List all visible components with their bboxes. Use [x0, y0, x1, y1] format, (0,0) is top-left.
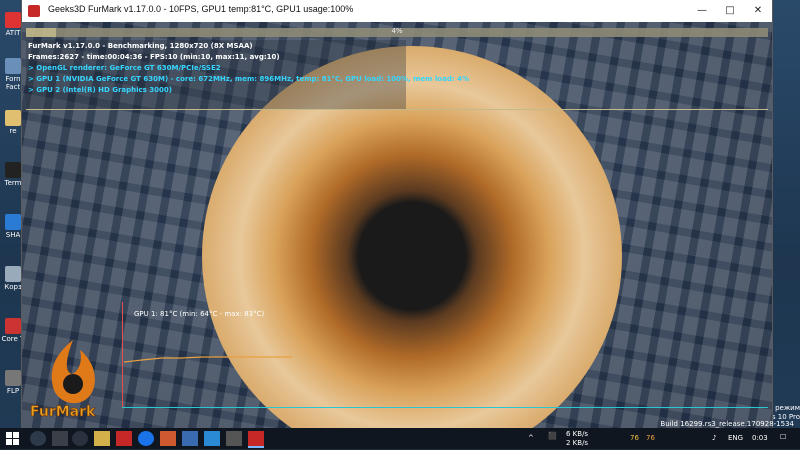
desktop-icon-label: Term — [4, 179, 22, 187]
build-watermark: Build 16299.rs3_release.170928-1534 — [660, 420, 794, 428]
network-icon[interactable]: ⬛ — [548, 432, 557, 440]
desktop-icon-label: FLP — [6, 387, 20, 395]
language-indicator[interactable]: ENG — [728, 434, 743, 442]
temp-readout-1[interactable]: 76 — [630, 434, 639, 442]
folder-icon — [5, 110, 21, 126]
progress-text: 4% — [391, 27, 403, 35]
info-line-gpu2: > GPU 2 (Intel(R) HD Graphics 3000) — [28, 86, 172, 94]
app-icon[interactable] — [160, 431, 176, 446]
furmark-window[interactable]: Geeks3D FurMark v1.17.0.0 - 10FPS, GPU1 … — [22, 0, 772, 428]
desktop-watermark-line: й режим — [768, 404, 800, 412]
app-icon — [5, 214, 21, 230]
chevron-up-icon[interactable]: ^ — [528, 434, 534, 442]
logo-text: FurMark — [30, 404, 96, 420]
clock[interactable]: 0:03 — [752, 434, 768, 442]
net-up: 6 KB/s — [566, 430, 589, 438]
task-view-icon[interactable] — [52, 431, 68, 446]
windows-start-icon[interactable] — [6, 431, 22, 446]
file-explorer-icon[interactable] — [94, 431, 110, 446]
net-down: 2 KB/s — [566, 439, 589, 447]
window-title: Geeks3D FurMark v1.17.0.0 - 10FPS, GPU1 … — [48, 4, 354, 14]
terminal-icon — [5, 162, 21, 178]
recycle-bin-icon — [5, 266, 21, 282]
taskbar: ^ ⬛ 6 KB/s 2 KB/s 76 76 ♪ ENG 0:03 ☐ — [0, 428, 800, 449]
desktop-icon-label: Корз — [4, 283, 22, 291]
desktop-icon-label: Forn Fact — [5, 75, 21, 91]
close-button[interactable]: ✕ — [744, 0, 772, 22]
app-icon — [5, 370, 21, 386]
desktop-icon-label: ATIT — [5, 29, 21, 37]
overlay-divider — [26, 109, 768, 110]
minimize-button[interactable]: — — [688, 0, 716, 22]
notifications-icon[interactable]: ☐ — [780, 433, 786, 441]
title-bar[interactable]: Geeks3D FurMark v1.17.0.0 - 10FPS, GPU1 … — [22, 0, 772, 22]
info-line-gpu1: > GPU 1 (NVIDIA GeForce GT 630M) - core:… — [28, 75, 469, 83]
furmark-taskbar-icon[interactable] — [248, 431, 264, 446]
furmark-app-icon — [28, 5, 40, 17]
app-icon[interactable] — [182, 431, 198, 446]
maximize-button[interactable]: □ — [716, 0, 744, 22]
app-icon — [5, 318, 21, 334]
info-line-title: FurMark v1.17.0.0 - Benchmarking, 1280x7… — [28, 42, 253, 50]
app-icon — [5, 58, 21, 74]
app-icon[interactable] — [226, 431, 242, 446]
search-icon[interactable] — [30, 431, 46, 446]
info-line-frames: Frames:2627 - time:00:04:36 - FPS:10 (mi… — [28, 53, 280, 61]
furmark-logo: FurMark — [30, 340, 96, 420]
temperature-line — [123, 356, 292, 363]
benchmark-progress-bar: 4% — [26, 27, 768, 37]
app-icon — [5, 12, 21, 28]
desktop-icon-label: Core T — [1, 335, 25, 343]
steam-icon[interactable] — [72, 431, 88, 446]
app-icon[interactable] — [116, 431, 132, 446]
volume-icon[interactable]: ♪ — [712, 434, 716, 442]
desktop-icon-label: re — [9, 127, 17, 135]
chrome-icon[interactable] — [138, 431, 154, 446]
info-line-renderer: > OpenGL renderer: GeForce GT 630M/PCIe/… — [28, 64, 221, 72]
desktop-icon-label: SHA — [5, 231, 21, 239]
temp-readout-2[interactable]: 76 — [646, 434, 655, 442]
temperature-graph: GPU 1: 81°C (min: 64°C - max: 83°C) — [122, 302, 768, 410]
app-icon[interactable] — [204, 431, 220, 446]
render-viewport: 4% FurMark v1.17.0.0 - Benchmarking, 128… — [22, 22, 772, 428]
